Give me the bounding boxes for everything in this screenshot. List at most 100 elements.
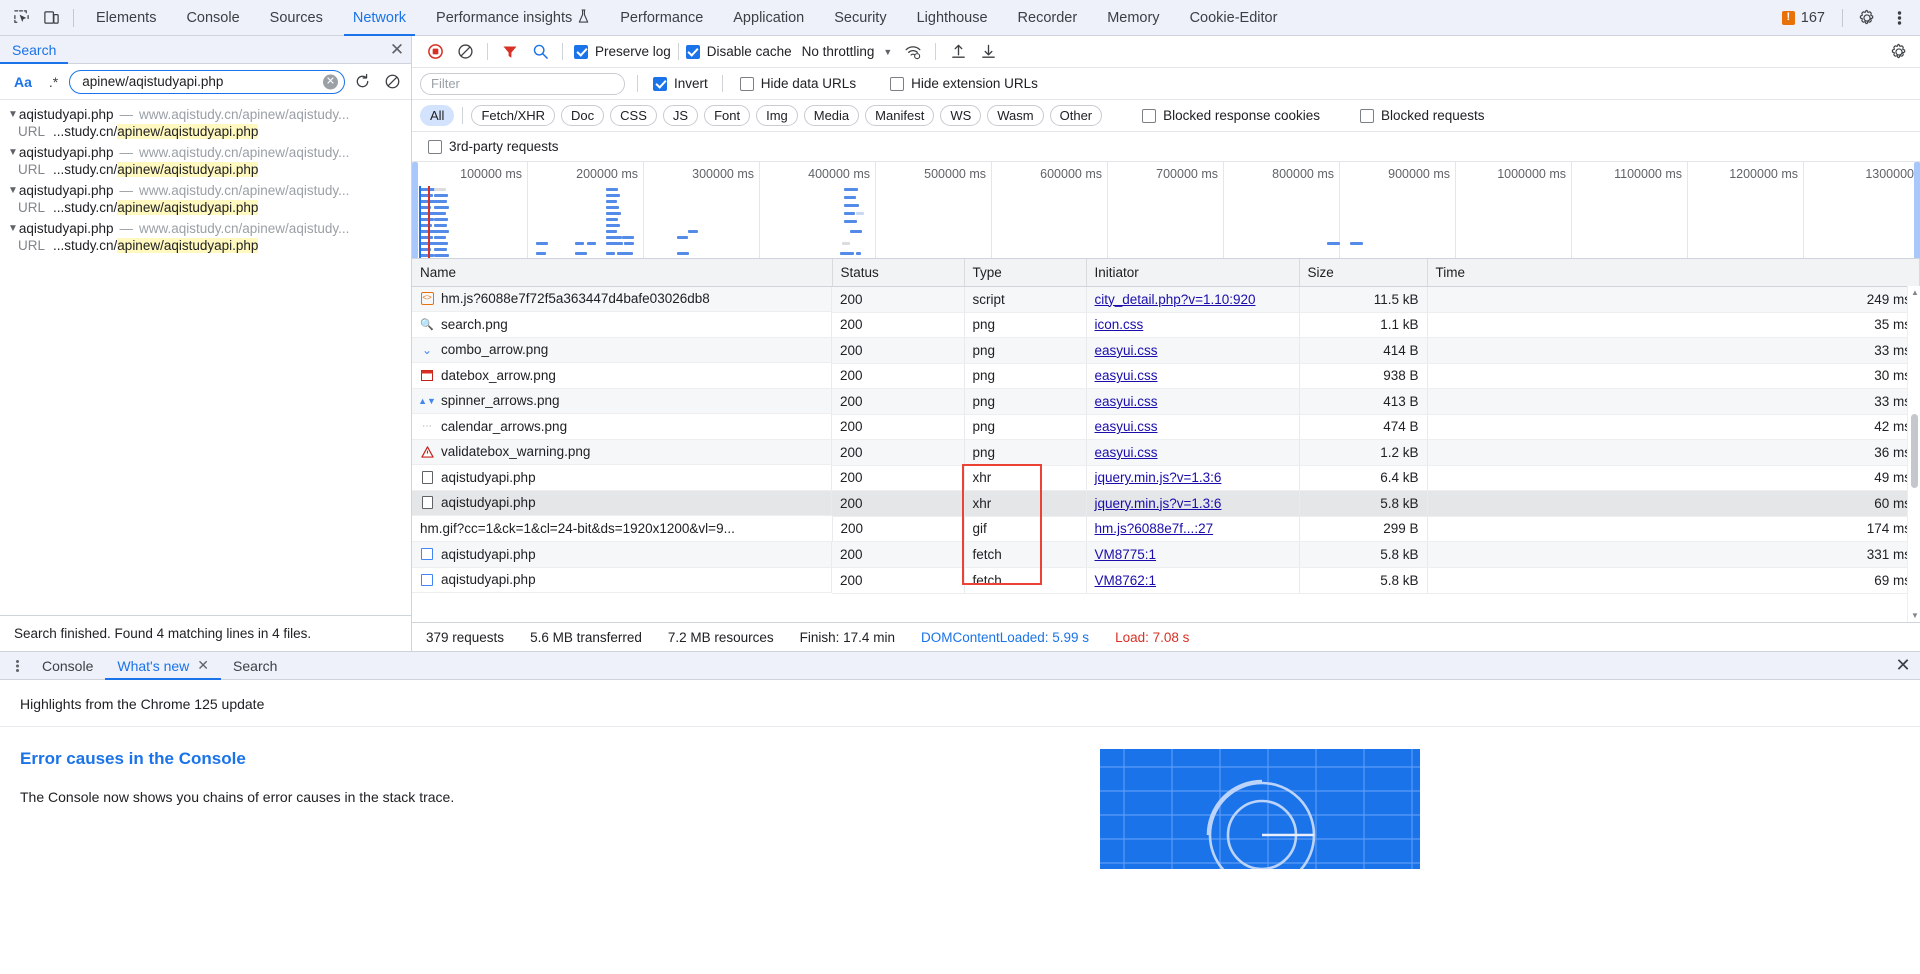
search-icon[interactable] bbox=[525, 39, 555, 65]
chevron-down-icon[interactable]: ▼ bbox=[8, 223, 18, 234]
close-icon[interactable]: ✕ bbox=[383, 36, 411, 64]
network-conditions-icon[interactable] bbox=[898, 39, 928, 65]
column-header-size[interactable]: Size bbox=[1299, 259, 1428, 287]
gear-icon[interactable] bbox=[1852, 3, 1882, 33]
table-row[interactable]: ▲▼ spinner_arrows.png 200 png easyui.css… bbox=[412, 388, 1920, 415]
overview-range-handle-right[interactable] bbox=[1914, 162, 1920, 258]
column-header-status[interactable]: Status bbox=[832, 259, 965, 287]
request-initiator[interactable]: easyui.css bbox=[1086, 337, 1300, 364]
disable-cache-checkbox[interactable]: Disable cache bbox=[685, 44, 792, 59]
refresh-search-icon[interactable] bbox=[349, 70, 375, 94]
close-icon[interactable]: ✕ bbox=[197, 657, 209, 674]
request-name-cell[interactable]: aqistudyapi.php bbox=[412, 465, 832, 491]
regex-button[interactable]: .* bbox=[42, 72, 65, 92]
scroll-up-arrow-icon[interactable]: ▲ bbox=[1911, 288, 1919, 297]
article-heading[interactable]: Error causes in the Console bbox=[20, 749, 1100, 769]
request-initiator[interactable]: jquery.min.js?v=1.3:6 bbox=[1086, 465, 1300, 491]
table-row[interactable]: <> hm.js?6088e7f72f5a363447d4bafe03026db… bbox=[412, 286, 1920, 313]
device-toolbar-icon[interactable] bbox=[36, 3, 66, 33]
import-har-icon[interactable] bbox=[943, 39, 973, 65]
table-row[interactable]: ⌄ combo_arrow.png 200 png easyui.css 414… bbox=[412, 337, 1920, 364]
drawer-more-icon[interactable] bbox=[4, 653, 30, 679]
initiator-link[interactable]: VM8762:1 bbox=[1095, 573, 1157, 588]
type-filter-font[interactable]: Font bbox=[704, 105, 751, 126]
match-case-button[interactable]: Aa bbox=[8, 72, 38, 92]
initiator-link[interactable]: jquery.min.js?v=1.3:6 bbox=[1095, 470, 1222, 485]
filter-input[interactable] bbox=[420, 72, 625, 95]
tab-memory[interactable]: Memory bbox=[1092, 0, 1174, 36]
request-name-cell[interactable]: 🔍 search.png bbox=[412, 312, 832, 338]
request-name-cell[interactable]: ⋯ calendar_arrows.png bbox=[412, 414, 832, 440]
chevron-down-icon[interactable]: ▼ bbox=[8, 109, 18, 120]
tab-sources[interactable]: Sources bbox=[255, 0, 338, 36]
table-row[interactable]: aqistudyapi.php 200 fetch VM8762:1 5.8 k… bbox=[412, 567, 1920, 594]
request-name-cell[interactable]: datebox_arrow.png bbox=[412, 363, 832, 389]
tab-network[interactable]: Network bbox=[338, 0, 421, 36]
request-name-cell[interactable]: aqistudyapi.php bbox=[412, 567, 832, 593]
overview-range-handle-left[interactable] bbox=[412, 162, 418, 258]
table-row[interactable]: hm.gif?cc=1&ck=1&cl=24-bit&ds=1920x1200&… bbox=[412, 516, 1920, 542]
third-party-requests-checkbox[interactable]: 3rd-party requests bbox=[428, 139, 559, 154]
column-header-initiator[interactable]: Initiator bbox=[1086, 259, 1300, 287]
search-result-file[interactable]: ▼ aqistudyapi.php — www.aqistudy.cn/apin… bbox=[0, 144, 411, 161]
initiator-link[interactable]: easyui.css bbox=[1095, 445, 1158, 460]
search-input[interactable] bbox=[80, 73, 318, 90]
network-settings-gear-icon[interactable] bbox=[1884, 39, 1914, 65]
drawer-close-icon[interactable]: ✕ bbox=[1886, 652, 1920, 680]
type-filter-css[interactable]: CSS bbox=[610, 105, 657, 126]
hide-data-urls-checkbox[interactable]: Hide data URLs bbox=[739, 76, 856, 91]
tab-search[interactable]: Search bbox=[0, 36, 69, 64]
requests-scrollbar[interactable]: ▲ ▼ bbox=[1907, 286, 1920, 622]
filter-icon[interactable] bbox=[495, 39, 525, 65]
hide-extension-urls-checkbox[interactable]: Hide extension URLs bbox=[890, 76, 1038, 91]
error-count-badge[interactable]: 167 bbox=[1774, 10, 1833, 26]
throttling-dropdown[interactable]: No throttling ▼ bbox=[792, 44, 893, 59]
table-row[interactable]: 🔍 search.png 200 png icon.css 1.1 kB 35 … bbox=[412, 312, 1920, 338]
column-header-name[interactable]: Name bbox=[412, 259, 833, 287]
type-filter-wasm[interactable]: Wasm bbox=[987, 105, 1044, 126]
request-name-cell[interactable]: aqistudyapi.php bbox=[412, 490, 832, 516]
type-filter-media[interactable]: Media bbox=[803, 105, 860, 126]
tab-lighthouse[interactable]: Lighthouse bbox=[902, 0, 1003, 36]
clear-search-icon[interactable]: ✕ bbox=[323, 74, 338, 89]
request-name-cell[interactable]: ▲▼ spinner_arrows.png bbox=[412, 388, 832, 414]
request-initiator[interactable]: icon.css bbox=[1086, 312, 1300, 338]
search-result-line[interactable]: URL ...study.cn/apinew/aqistudyapi.php bbox=[0, 161, 411, 182]
initiator-link[interactable]: easyui.css bbox=[1095, 343, 1158, 358]
initiator-link[interactable]: easyui.css bbox=[1095, 419, 1158, 434]
search-result-line[interactable]: URL ...study.cn/apinew/aqistudyapi.php bbox=[0, 123, 411, 144]
initiator-link[interactable]: easyui.css bbox=[1095, 394, 1158, 409]
tab-console[interactable]: Console bbox=[171, 0, 254, 36]
type-filter-ws[interactable]: WS bbox=[940, 105, 982, 126]
request-initiator[interactable]: easyui.css bbox=[1086, 414, 1300, 440]
initiator-link[interactable]: city_detail.php?v=1.10:920 bbox=[1095, 292, 1256, 307]
scrollbar-thumb[interactable] bbox=[1911, 413, 1918, 488]
request-name-cell[interactable]: validatebox_warning.png bbox=[412, 439, 832, 465]
column-header-type[interactable]: Type bbox=[964, 259, 1087, 287]
request-initiator[interactable]: jquery.min.js?v=1.3:6 bbox=[1086, 490, 1300, 517]
search-result-line[interactable]: URL ...study.cn/apinew/aqistudyapi.php bbox=[0, 199, 411, 220]
type-filter-all[interactable]: All bbox=[420, 105, 455, 126]
inspect-element-icon[interactable] bbox=[6, 3, 36, 33]
request-name-cell[interactable]: hm.gif?cc=1&ck=1&cl=24-bit&ds=1920x1200&… bbox=[412, 516, 833, 542]
request-name-cell[interactable]: aqistudyapi.php bbox=[412, 542, 832, 568]
drawer-tab-search[interactable]: Search bbox=[221, 652, 289, 680]
blocked-requests-checkbox[interactable]: Blocked requests bbox=[1359, 108, 1485, 123]
tab-recorder[interactable]: Recorder bbox=[1003, 0, 1093, 36]
export-har-icon[interactable] bbox=[973, 39, 1003, 65]
table-row[interactable]: ⋯ calendar_arrows.png 200 png easyui.css… bbox=[412, 414, 1920, 440]
search-input-wrapper[interactable]: ✕ bbox=[69, 69, 345, 94]
search-result-line[interactable]: URL ...study.cn/apinew/aqistudyapi.php bbox=[0, 237, 411, 258]
clear-results-icon[interactable] bbox=[379, 70, 405, 94]
tab-cookie-editor[interactable]: Cookie-Editor bbox=[1175, 0, 1293, 36]
type-filter-doc[interactable]: Doc bbox=[561, 105, 605, 126]
request-initiator[interactable]: easyui.css bbox=[1086, 439, 1300, 466]
initiator-link[interactable]: icon.css bbox=[1095, 317, 1144, 332]
tab-application[interactable]: Application bbox=[718, 0, 819, 36]
drawer-tab-console[interactable]: Console bbox=[30, 652, 105, 680]
tab-performance[interactable]: Performance bbox=[605, 0, 718, 36]
request-initiator[interactable]: easyui.css bbox=[1086, 363, 1300, 389]
chevron-down-icon[interactable]: ▼ bbox=[8, 185, 18, 196]
initiator-link[interactable]: jquery.min.js?v=1.3:6 bbox=[1095, 496, 1222, 511]
blocked-response-cookies-checkbox[interactable]: Blocked response cookies bbox=[1142, 108, 1320, 123]
